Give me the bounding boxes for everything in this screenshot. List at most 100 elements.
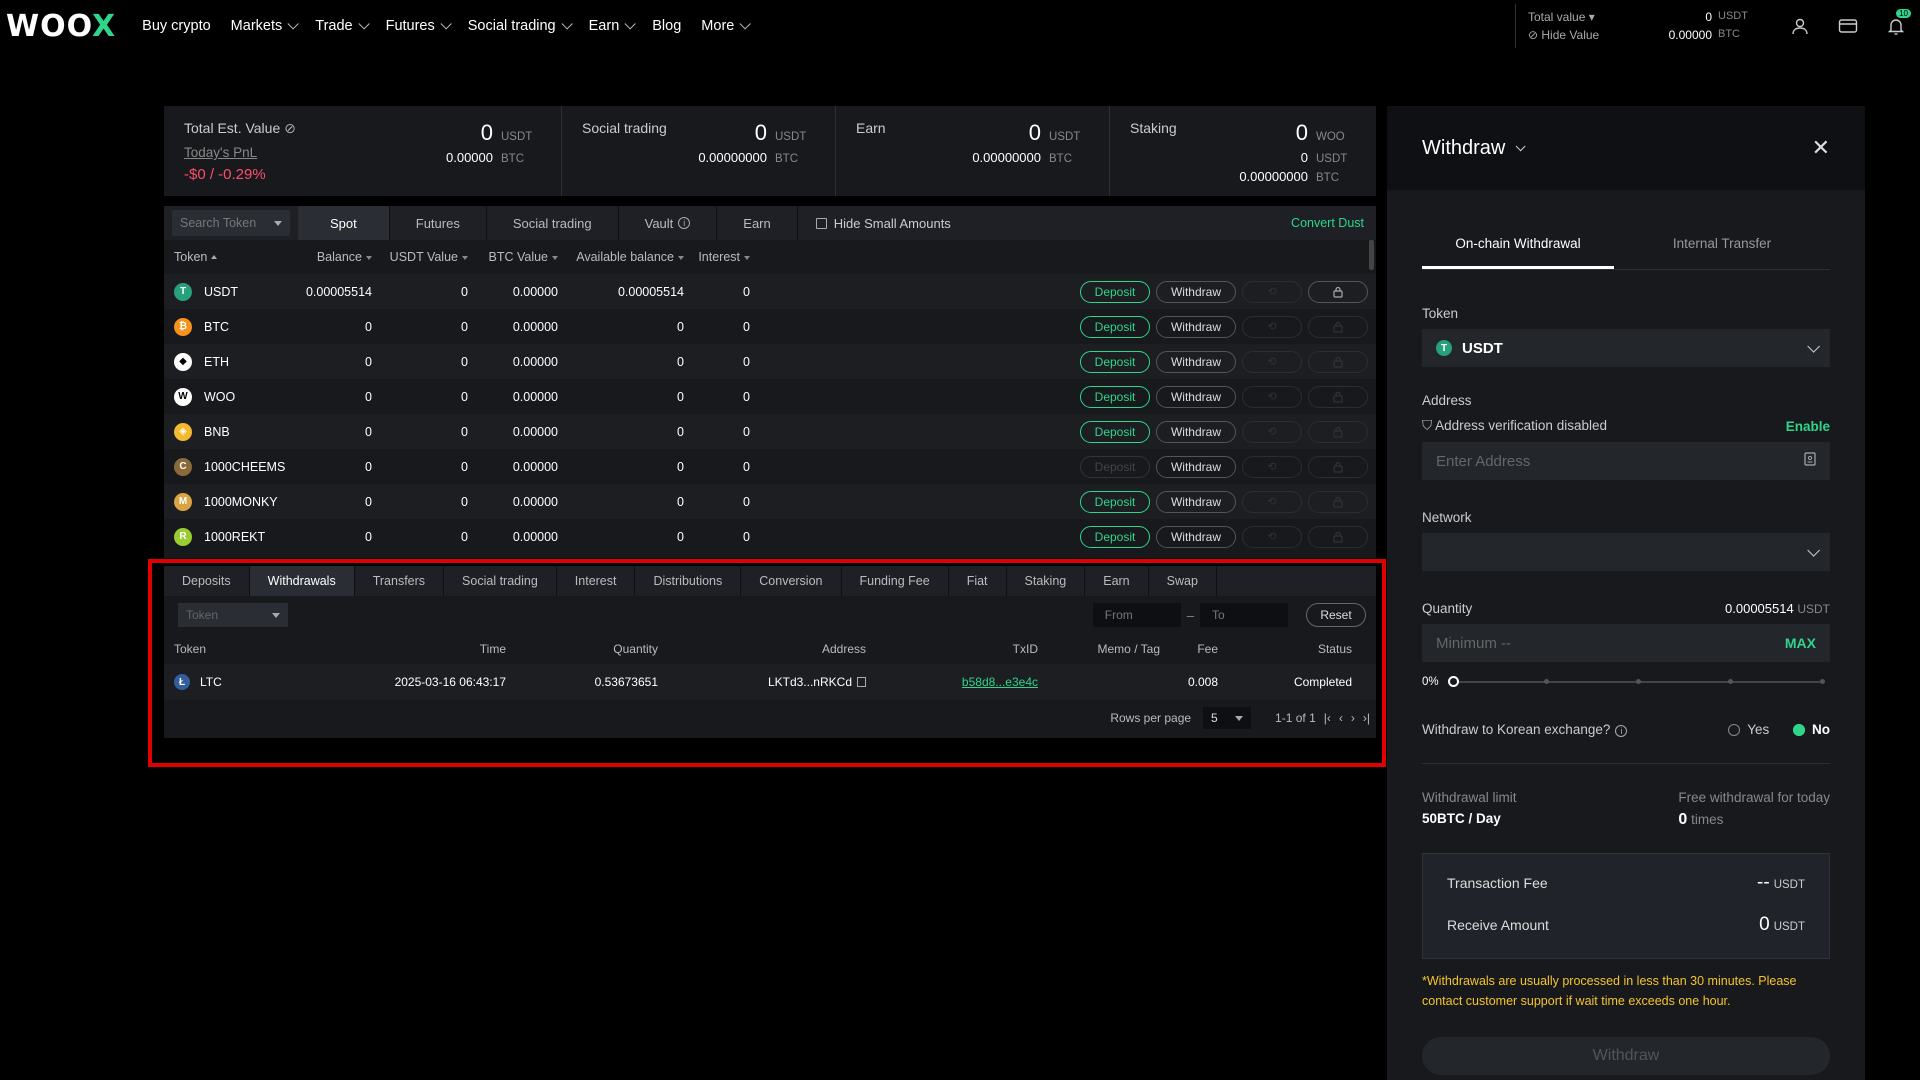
history-tab-staking[interactable]: Staking <box>1007 566 1086 596</box>
deposit-button[interactable]: Deposit <box>1080 280 1150 303</box>
earn-values: 0 USDT 0.00000000 BTC <box>972 120 1089 165</box>
woox-logo[interactable]: WOOX <box>6 9 116 44</box>
withdraw-button[interactable]: Withdraw <box>1156 420 1236 443</box>
withdraw-button[interactable]: Withdraw <box>1156 385 1236 408</box>
tab-social-trading[interactable]: Social trading <box>487 206 619 240</box>
history-tab-earn[interactable]: Earn <box>1085 566 1149 596</box>
history-tab-transfers[interactable]: Transfers <box>355 566 445 596</box>
hide-value-toggle[interactable]: ⊘ Hide Value <box>1528 28 1638 42</box>
col-btc-value[interactable]: BTC Value <box>468 250 558 264</box>
radio-no-button[interactable] <box>1793 724 1805 737</box>
history-tab-funding-fee[interactable]: Funding Fee <box>842 566 949 596</box>
txid-link[interactable]: b58d8...e3e4c <box>962 675 1038 689</box>
withdraw-button[interactable]: Withdraw <box>1156 525 1236 548</box>
history-token-select[interactable]: Token <box>178 603 288 627</box>
lock-icon[interactable] <box>1308 280 1368 303</box>
withdraw-button[interactable]: Withdraw <box>1156 455 1236 478</box>
wallet-icon[interactable] <box>1837 15 1859 37</box>
bnb-coin-icon: ◈ <box>174 422 192 441</box>
deposit-button[interactable]: Deposit <box>1080 315 1150 338</box>
slider-tick[interactable] <box>1820 679 1825 684</box>
next-page-icon[interactable]: › <box>1351 711 1355 725</box>
address-book-icon[interactable] <box>1804 452 1816 470</box>
nav-item-earn[interactable]: Earn <box>589 18 637 34</box>
tab-futures[interactable]: Futures <box>390 206 487 240</box>
history-tab-deposits[interactable]: Deposits <box>164 566 250 596</box>
radio-no[interactable]: No <box>1793 722 1830 737</box>
enable-verification-link[interactable]: Enable <box>1786 419 1830 434</box>
history-tab-withdrawals[interactable]: Withdrawals <box>249 566 355 596</box>
nav-item-social-trading[interactable]: Social trading <box>468 18 573 34</box>
history-tab-distributions[interactable]: Distributions <box>635 566 742 596</box>
bell-icon[interactable]: 10 <box>1885 9 1911 37</box>
tab-vault[interactable]: Vault i <box>619 206 718 240</box>
history-tab-social-trading[interactable]: Social trading <box>444 566 557 596</box>
deposit-button[interactable]: Deposit <box>1080 420 1150 443</box>
tab-on-chain-withdrawal[interactable]: On-chain Withdrawal <box>1422 234 1614 269</box>
radio-yes[interactable]: Yes <box>1728 722 1769 737</box>
convert-dust-link[interactable]: Convert Dust <box>1291 206 1364 240</box>
history-tab-interest[interactable]: Interest <box>557 566 636 596</box>
withdraw-button[interactable]: Withdraw <box>1156 490 1236 513</box>
date-from-input[interactable]: From <box>1092 603 1181 627</box>
tab-earn[interactable]: Earn <box>717 206 798 240</box>
date-to-input[interactable]: To <box>1200 603 1288 627</box>
col-usdt-value[interactable]: USDT Value <box>372 250 468 264</box>
col-interest[interactable]: Interest <box>684 250 750 264</box>
radio-yes-button[interactable] <box>1728 724 1741 737</box>
user-icon[interactable] <box>1789 15 1811 37</box>
col-balance[interactable]: Balance <box>292 250 372 264</box>
slider-tick[interactable] <box>1636 679 1642 684</box>
total-value-label[interactable]: Total value ▾ <box>1528 10 1638 24</box>
info-icon[interactable]: i <box>678 217 691 229</box>
slider-tick[interactable] <box>1544 679 1550 684</box>
last-page-icon[interactable]: ›| <box>1363 711 1370 725</box>
withdraw-button[interactable]: Withdraw <box>1156 350 1236 373</box>
table-scrollbar[interactable] <box>1369 240 1374 270</box>
close-icon[interactable]: ✕ <box>1812 135 1830 161</box>
prev-page-icon[interactable]: ‹ <box>1339 711 1343 725</box>
copy-icon[interactable] <box>857 677 866 687</box>
quantity-input[interactable]: Minimum -- MAX <box>1422 624 1830 662</box>
nav-item-buy-crypto[interactable]: Buy crypto <box>142 18 211 34</box>
withdraw-panel: Withdraw ✕ On-chain Withdrawal Internal … <box>1387 106 1865 1080</box>
col-token[interactable]: Token <box>164 250 292 264</box>
withdraw-button[interactable]: Withdraw <box>1156 280 1236 303</box>
deposit-button[interactable]: Deposit <box>1080 350 1150 373</box>
withdraw-button[interactable]: Withdraw <box>1156 315 1236 338</box>
rows-per-page-select[interactable]: 5 <box>1203 707 1252 729</box>
deposit-button[interactable]: Deposit <box>1080 490 1150 513</box>
deposit-button[interactable]: Deposit <box>1080 385 1150 408</box>
tab-internal-transfer[interactable]: Internal Transfer <box>1614 234 1830 269</box>
slider-handle[interactable] <box>1447 676 1459 687</box>
max-button[interactable]: MAX <box>1785 635 1816 651</box>
account-tab-list: Spot Futures Social trading Vault i Earn <box>298 206 798 240</box>
chevron-down-icon <box>739 18 752 30</box>
nav-item-futures[interactable]: Futures <box>386 18 452 34</box>
address-input[interactable]: Enter Address <box>1422 442 1830 480</box>
nav-item-markets[interactable]: Markets <box>231 18 300 34</box>
withdraw-submit-button[interactable]: Withdraw <box>1422 1037 1830 1075</box>
reset-button[interactable]: Reset <box>1306 603 1366 627</box>
nav-item-trade[interactable]: Trade <box>315 18 370 34</box>
nav-item-blog[interactable]: Blog <box>652 18 681 34</box>
first-page-icon[interactable]: |‹ <box>1324 711 1331 725</box>
slider-track[interactable] <box>1447 676 1825 687</box>
eye-off-icon[interactable]: ⊘ <box>284 120 296 136</box>
hide-small-amounts[interactable]: Hide Small Amounts <box>815 206 951 240</box>
chevron-down-icon <box>624 18 637 30</box>
info-icon[interactable]: i <box>1615 725 1628 737</box>
network-select[interactable] <box>1422 533 1830 571</box>
nav-item-more[interactable]: More <box>701 18 752 34</box>
withdraw-title[interactable]: Withdraw <box>1422 137 1526 160</box>
history-tab-swap[interactable]: Swap <box>1149 566 1217 596</box>
token-select[interactable]: T USDT <box>1422 329 1830 367</box>
history-tab-conversion[interactable]: Conversion <box>741 566 842 596</box>
hide-small-checkbox[interactable] <box>815 217 827 229</box>
search-token-input[interactable]: Search Token <box>172 210 290 236</box>
tab-spot[interactable]: Spot <box>298 206 390 240</box>
col-available-balance[interactable]: Available balance <box>558 250 684 264</box>
history-tab-fiat[interactable]: Fiat <box>949 566 1007 596</box>
slider-tick[interactable] <box>1728 679 1734 684</box>
deposit-button[interactable]: Deposit <box>1080 525 1150 548</box>
